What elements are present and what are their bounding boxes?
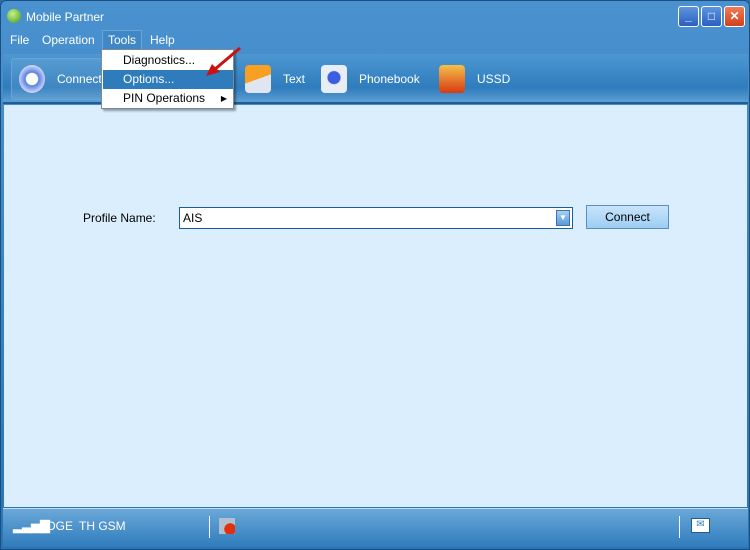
divider	[209, 516, 210, 538]
menu-bar: File Operation Tools Help	[3, 30, 748, 51]
connect-icon	[19, 65, 45, 93]
maximize-button[interactable]: □	[701, 6, 722, 27]
disconnected-icon	[219, 518, 235, 534]
toolbar-label: Text	[283, 72, 306, 86]
connect-button[interactable]: Connect	[586, 205, 669, 229]
toolbar-ussd[interactable]: USSD	[439, 62, 510, 96]
envelope-icon	[245, 65, 271, 93]
annotation-arrow-icon	[206, 46, 241, 76]
minimize-button[interactable]: _	[678, 6, 699, 27]
toolbar-phonebook[interactable]: Phonebook	[321, 62, 420, 96]
menu-tools[interactable]: Tools	[102, 30, 143, 50]
status-bar: ▂▃▅▇ EDGE TH GSM ✉	[3, 508, 748, 547]
phonebook-icon	[321, 65, 347, 93]
menu-item-pin-operations[interactable]: PIN Operations ▶	[103, 89, 233, 108]
profile-name-select[interactable]: AIS ▼	[179, 207, 573, 229]
network-type: EDGE	[39, 519, 74, 533]
ussd-icon	[439, 65, 465, 93]
app-icon	[7, 9, 21, 23]
toolbar-connect[interactable]: Connect	[19, 62, 102, 96]
menu-help[interactable]: Help	[145, 30, 180, 50]
chevron-down-icon[interactable]: ▼	[556, 210, 570, 226]
chevron-right-icon: ▶	[220, 94, 227, 103]
toolbar-text[interactable]: Text	[245, 62, 305, 96]
menu-item-label: PIN Operations	[123, 91, 206, 105]
profile-value: AIS	[183, 211, 203, 225]
main-panel: Profile Name: AIS ▼ Connect	[4, 105, 747, 507]
title-bar[interactable]: Mobile Partner _ □ ✕	[1, 1, 749, 31]
envelope-icon[interactable]: ✉	[691, 518, 710, 533]
toolbar-label: Connect	[57, 72, 102, 86]
window-title: Mobile Partner	[26, 10, 105, 24]
profile-name-label: Profile Name:	[83, 211, 156, 225]
operator-name: TH GSM	[79, 519, 126, 533]
toolbar-label: USSD	[477, 72, 511, 86]
toolbar-label: Phonebook	[359, 72, 420, 86]
divider	[679, 516, 680, 538]
menu-file[interactable]: File	[5, 30, 34, 50]
close-button[interactable]: ✕	[724, 6, 745, 27]
menu-operation[interactable]: Operation	[37, 30, 100, 50]
